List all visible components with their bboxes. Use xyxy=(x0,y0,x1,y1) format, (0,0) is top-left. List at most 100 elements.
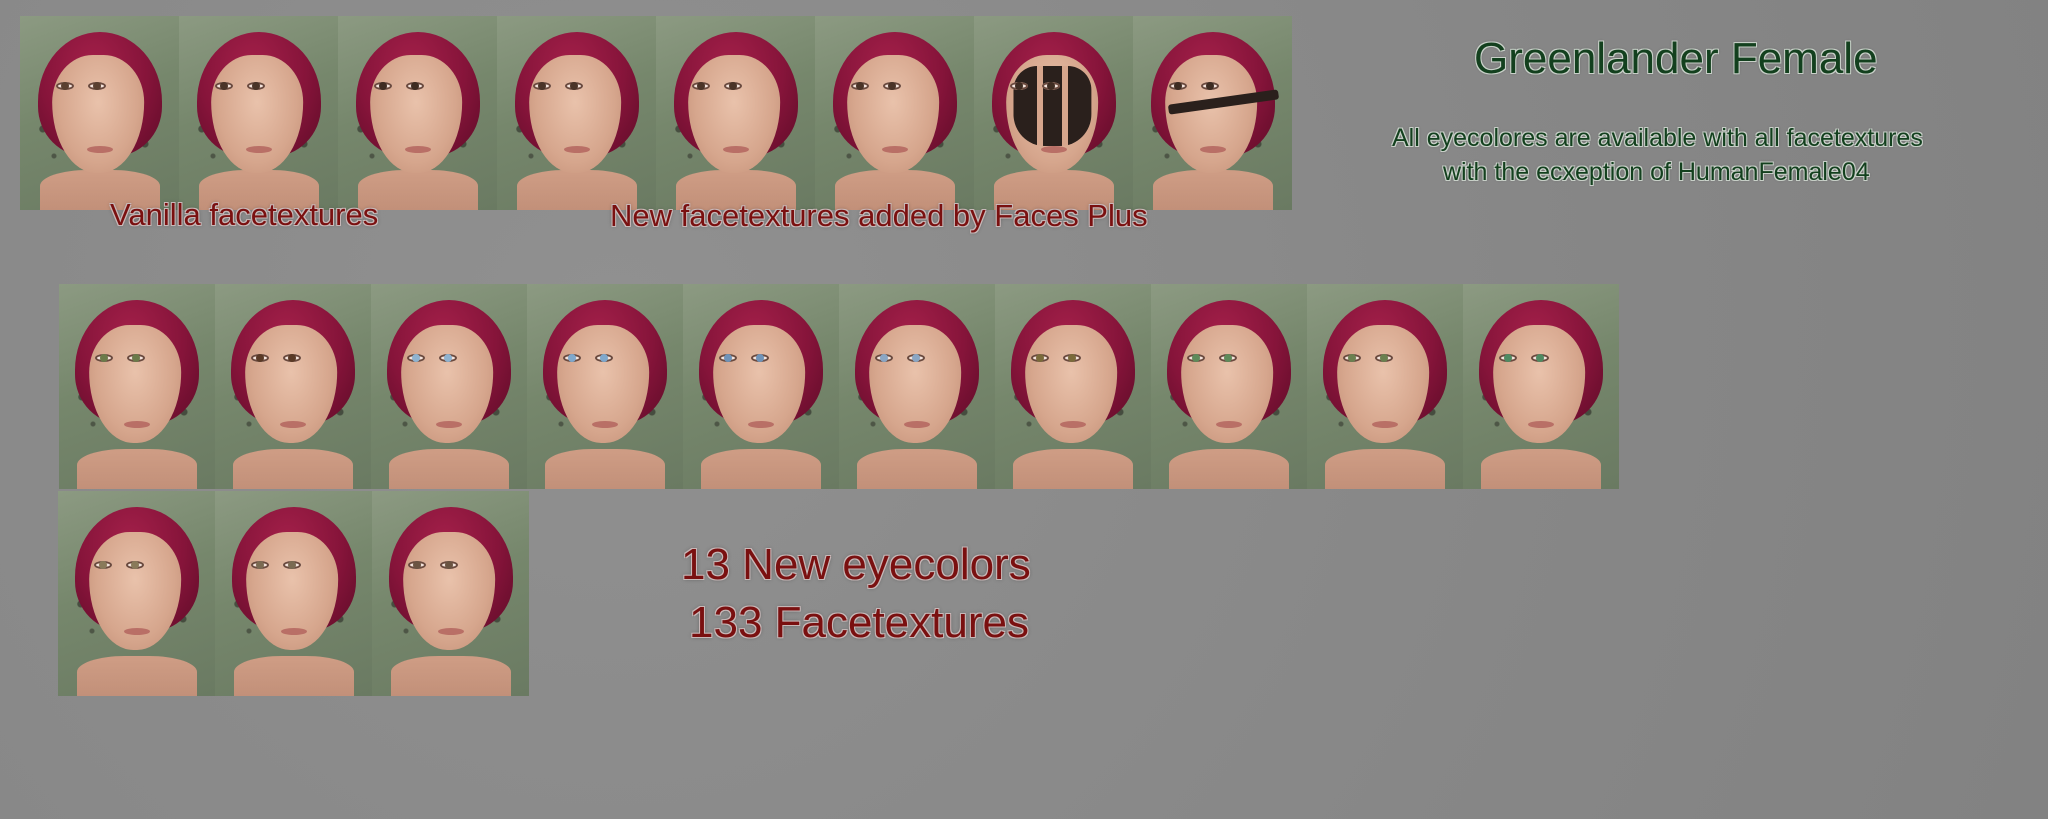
neck xyxy=(77,449,197,489)
eye xyxy=(1063,353,1081,362)
face-skin xyxy=(369,54,462,173)
eye xyxy=(565,81,583,90)
face-thumbnail xyxy=(215,284,371,489)
eye xyxy=(439,353,457,362)
facetexture-count: 133 Facetextures xyxy=(689,598,1029,647)
face-thumbnail xyxy=(1151,284,1307,489)
eye xyxy=(1343,353,1361,362)
face-skin xyxy=(528,54,621,173)
eye xyxy=(94,560,112,569)
mouth xyxy=(280,628,307,636)
page-title: Greenlander Female xyxy=(1474,34,1878,83)
eye xyxy=(1042,81,1060,90)
eyecolor-count: 13 New eyecolors xyxy=(681,540,1031,589)
neck xyxy=(76,656,197,696)
eye xyxy=(1169,81,1187,90)
mouth xyxy=(124,421,150,429)
eye xyxy=(95,353,113,362)
mouth xyxy=(904,421,930,429)
mouth xyxy=(437,628,464,636)
mouth xyxy=(1528,421,1554,429)
eye xyxy=(692,81,710,90)
neck xyxy=(1013,449,1133,489)
face-skin xyxy=(1164,54,1257,173)
mouth xyxy=(563,145,590,153)
eye xyxy=(595,353,613,362)
face-thumbnail xyxy=(215,491,372,696)
eyecolor-strip-1 xyxy=(59,284,1619,489)
availability-note-line1: All eyecolores are available with all fa… xyxy=(1392,124,1923,152)
face-skin xyxy=(687,54,780,173)
neck xyxy=(390,656,511,696)
eye xyxy=(1187,353,1205,362)
face-thumbnail xyxy=(839,284,995,489)
face-skin xyxy=(846,54,939,173)
face-thumbnail xyxy=(683,284,839,489)
mouth xyxy=(1060,421,1086,429)
face-skin xyxy=(51,54,144,173)
eye xyxy=(283,560,301,569)
vanilla-label: Vanilla facetextures xyxy=(110,197,379,232)
face-thumbnail xyxy=(527,284,683,489)
mouth xyxy=(280,421,306,429)
eye xyxy=(1531,353,1549,362)
eye xyxy=(1219,353,1237,362)
face-thumbnail xyxy=(497,16,656,210)
facetexture-strip xyxy=(20,16,1292,210)
face-thumbnail xyxy=(1307,284,1463,489)
mouth xyxy=(1199,145,1226,153)
mouth xyxy=(722,145,749,153)
eye xyxy=(408,560,426,569)
face-thumbnail xyxy=(815,16,974,210)
neck xyxy=(1152,170,1273,210)
eye xyxy=(1375,353,1393,362)
face-thumbnail xyxy=(1133,16,1292,210)
eye xyxy=(875,353,893,362)
eye xyxy=(406,81,424,90)
eye xyxy=(751,353,769,362)
neck xyxy=(389,449,509,489)
mouth xyxy=(86,145,113,153)
eye xyxy=(1201,81,1219,90)
face-thumbnail xyxy=(656,16,815,210)
eye xyxy=(883,81,901,90)
eye xyxy=(1031,353,1049,362)
availability-note-line2: with the ecxeption of HumanFemale04 xyxy=(1443,158,1870,186)
mouth xyxy=(881,145,908,153)
neck xyxy=(545,449,665,489)
face-thumbnail xyxy=(371,284,527,489)
mouth xyxy=(123,628,150,636)
neck xyxy=(1169,449,1289,489)
neck xyxy=(701,449,821,489)
mouth xyxy=(245,145,272,153)
neck xyxy=(1481,449,1601,489)
eye xyxy=(127,353,145,362)
face-thumbnail xyxy=(58,491,215,696)
neck xyxy=(1325,449,1445,489)
face-thumbnail xyxy=(1463,284,1619,489)
eye xyxy=(724,81,742,90)
eye xyxy=(283,353,301,362)
eye xyxy=(247,81,265,90)
mouth xyxy=(1216,421,1242,429)
mouth xyxy=(436,421,462,429)
mouth xyxy=(592,421,618,429)
face-thumbnail xyxy=(338,16,497,210)
eyecolor-strip-2 xyxy=(58,491,529,696)
neck xyxy=(857,449,977,489)
face-paint xyxy=(1012,66,1091,147)
eye xyxy=(251,560,269,569)
eye xyxy=(563,353,581,362)
eye xyxy=(88,81,106,90)
face-thumbnail xyxy=(20,16,179,210)
neck xyxy=(233,656,354,696)
eye xyxy=(407,353,425,362)
eye xyxy=(440,560,458,569)
eye xyxy=(533,81,551,90)
mouth xyxy=(748,421,774,429)
eye xyxy=(251,353,269,362)
face-skin xyxy=(210,54,303,173)
eye xyxy=(215,81,233,90)
new-facetextures-label: New facetextures added by Faces Plus xyxy=(610,198,1148,233)
eye xyxy=(1010,81,1028,90)
